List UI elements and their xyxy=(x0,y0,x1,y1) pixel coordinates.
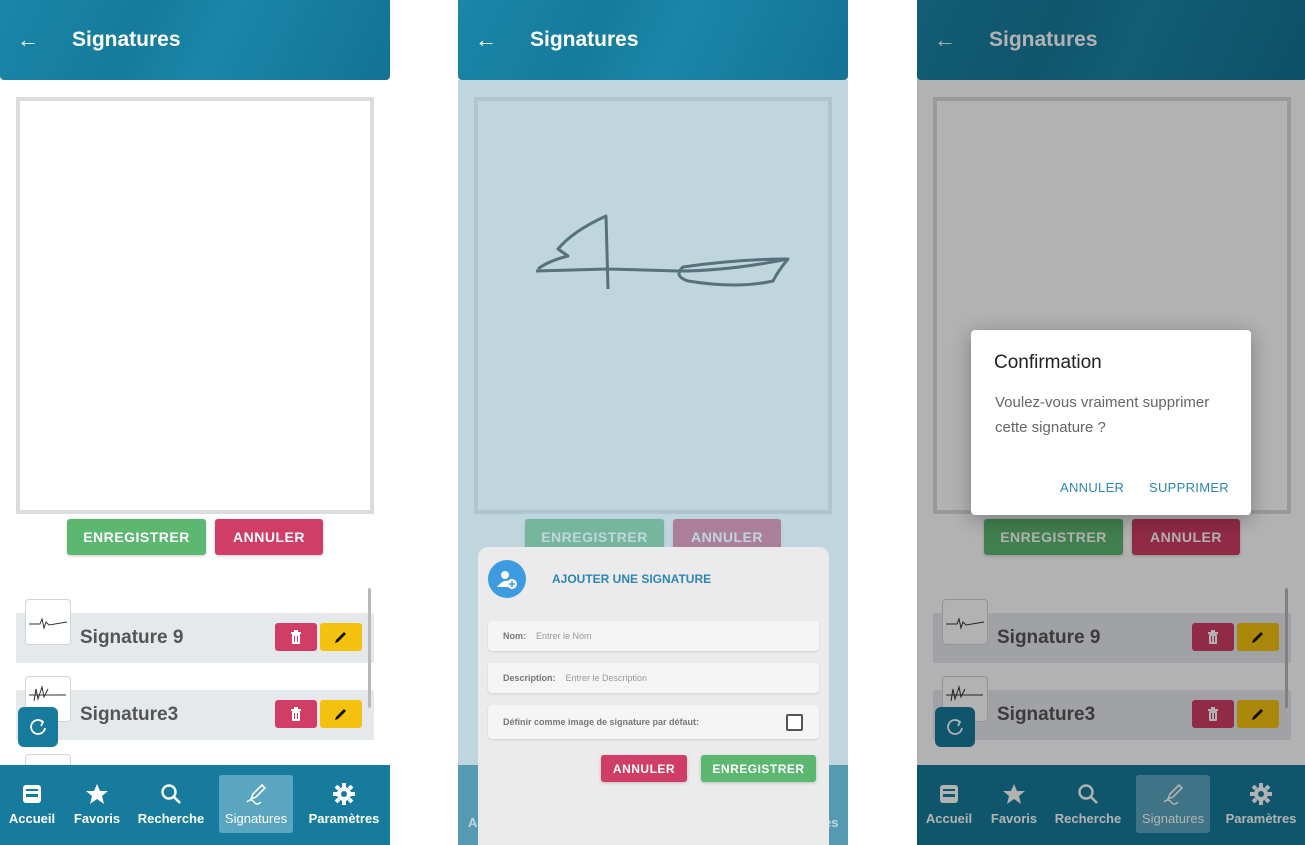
nav-item-accueil[interactable]: Accueil xyxy=(4,775,60,833)
app-bar: ← Signatures xyxy=(458,0,848,80)
delete-button[interactable] xyxy=(275,700,317,728)
screen-delete-confirmation: ← Signatures ENREGISTRER ANNULER Signatu… xyxy=(917,0,1305,845)
delete-button[interactable] xyxy=(275,623,317,651)
nav-item-recherche[interactable]: Recherche xyxy=(134,775,208,833)
pencil-icon xyxy=(335,709,346,720)
save-button[interactable]: ENREGISTRER xyxy=(67,519,206,555)
app-bar: ← Signatures xyxy=(0,0,390,80)
edit-button[interactable] xyxy=(320,700,362,728)
default-checkbox[interactable] xyxy=(786,713,803,731)
cancel-button[interactable]: ANNULER xyxy=(215,519,323,555)
bottom-nav: Accueil Favoris Recherche Signatures Par… xyxy=(0,765,390,845)
page-title: Signatures xyxy=(72,28,181,51)
nav-label: Recherche xyxy=(137,810,205,826)
field-placeholder: Entrer le Description xyxy=(565,673,648,683)
nav-label: Favoris xyxy=(73,810,121,826)
nav-item-signatures[interactable]: Signatures xyxy=(219,775,293,833)
signature-pad[interactable] xyxy=(16,97,374,514)
dialog-title: Confirmation xyxy=(994,352,1102,373)
nav-item-favoris[interactable]: Favoris xyxy=(70,775,124,833)
field-label: Définir comme image de signature par déf… xyxy=(503,717,700,727)
sheet-title: AJOUTER UNE SIGNATURE xyxy=(552,572,712,586)
cancel-button[interactable]: ANNULER xyxy=(601,755,687,782)
confirmation-dialog: Confirmation Voulez-vous vraiment suppri… xyxy=(971,330,1251,515)
nav-item-parametres[interactable]: Paramètres xyxy=(304,775,384,833)
pencil-icon xyxy=(335,632,346,643)
dialog-message: Voulez-vous vraiment supprimer cette sig… xyxy=(995,394,1210,436)
dialog-cancel-button[interactable]: ANNULER xyxy=(1060,480,1124,495)
list-item[interactable]: Signature 9 xyxy=(16,599,374,663)
screen-signatures: ← Signatures ENREGISTRER ANNULER Signatu… xyxy=(0,0,390,845)
trash-icon xyxy=(291,630,301,644)
signature-pen-icon xyxy=(246,783,267,805)
default-signature-field: Définir comme image de signature par déf… xyxy=(488,705,819,739)
field-label: Nom: xyxy=(503,631,526,641)
signature-name: Signature 9 xyxy=(80,627,184,648)
signature-name: Signature3 xyxy=(80,704,179,725)
scrollbar[interactable] xyxy=(368,588,371,708)
name-field[interactable]: Nom: Entrer le Nom xyxy=(488,621,819,651)
screen-add-signature: ← Signatures ENREGISTRER ANNULER Ac es A… xyxy=(458,0,848,845)
nav-label: Signatures xyxy=(224,810,288,826)
add-user-icon xyxy=(488,560,526,598)
refresh-button[interactable] xyxy=(18,707,58,747)
dialog-delete-button[interactable]: SUPPRIMER xyxy=(1149,480,1229,495)
nav-label: Paramètres xyxy=(308,810,380,826)
search-icon xyxy=(161,783,181,804)
description-field[interactable]: Description: Entrer le Description xyxy=(488,663,819,693)
signature-thumbnail xyxy=(25,599,71,645)
back-arrow-icon[interactable]: ← xyxy=(0,27,56,53)
gear-icon xyxy=(333,782,355,805)
nav-label: Accueil xyxy=(8,810,56,826)
inbox-icon xyxy=(23,784,41,803)
save-button[interactable]: ENREGISTRER xyxy=(701,755,816,782)
list-item[interactable]: Signature3 xyxy=(16,676,374,740)
page-title: Signatures xyxy=(530,28,639,51)
back-arrow-icon[interactable]: ← xyxy=(458,27,514,53)
trash-icon xyxy=(291,707,301,721)
star-icon xyxy=(86,783,108,804)
field-placeholder: Entrer le Nom xyxy=(536,631,592,641)
add-signature-sheet: AJOUTER UNE SIGNATURE Nom: Entrer le Nom… xyxy=(478,547,829,845)
field-label: Description: xyxy=(503,673,556,683)
edit-button[interactable] xyxy=(320,623,362,651)
refresh-icon xyxy=(30,719,46,735)
